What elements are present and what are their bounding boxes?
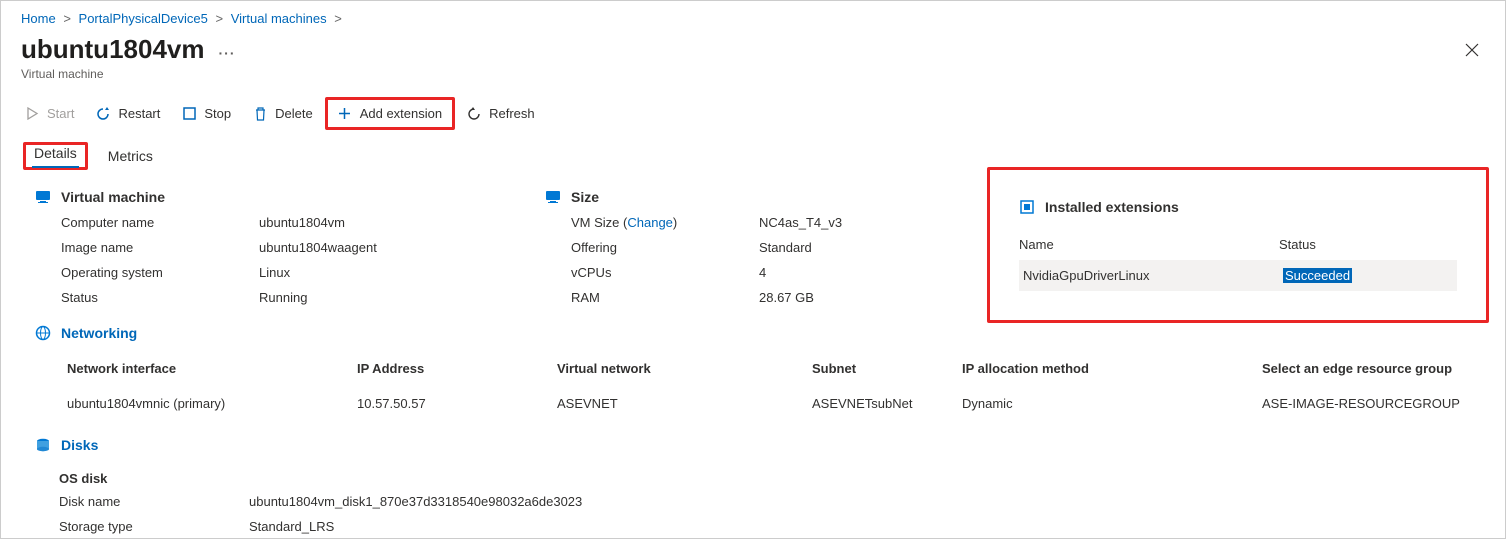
tabs-row: Details Metrics (1, 136, 1505, 171)
disks-header[interactable]: Disks (35, 437, 1471, 453)
ext-value-name: NvidiaGpuDriverLinux (1023, 268, 1283, 283)
close-icon (1465, 43, 1479, 57)
start-label: Start (47, 106, 74, 121)
label-storage-type: Storage type (59, 519, 249, 534)
refresh-label: Refresh (489, 106, 535, 121)
label-offering: Offering (571, 240, 751, 255)
page-subtitle: Virtual machine (1, 65, 1505, 91)
start-button[interactable]: Start (15, 100, 84, 127)
restart-button[interactable]: Restart (86, 100, 170, 127)
net-val-subnet: ASEVNETsubNet (812, 396, 962, 411)
chevron-right-icon: > (216, 11, 224, 26)
page-title: ubuntu1804vm (21, 34, 205, 65)
add-extension-label: Add extension (360, 106, 442, 121)
value-image-name: ubuntu1804waagent (259, 240, 535, 255)
refresh-button[interactable]: Refresh (457, 100, 545, 127)
net-col-rg: Select an edge resource group (1262, 361, 1492, 376)
disks-title: Disks (61, 437, 98, 453)
restart-label: Restart (118, 106, 160, 121)
net-col-subnet: Subnet (812, 361, 962, 376)
trash-icon (253, 107, 267, 121)
disks-section: Disks OS disk Disk name ubuntu1804vm_dis… (35, 437, 1471, 534)
chevron-right-icon: > (63, 11, 71, 26)
label-os: Operating system (61, 265, 251, 280)
ext-value-status: Succeeded (1283, 268, 1352, 283)
value-os: Linux (259, 265, 535, 280)
network-row: ubuntu1804vmnic (primary) 10.57.50.57 AS… (35, 386, 1471, 421)
label-status: Status (61, 290, 251, 305)
value-computer-name: ubuntu1804vm (259, 215, 535, 230)
close-button[interactable] (1459, 37, 1485, 63)
breadcrumb-home[interactable]: Home (21, 11, 56, 26)
restart-icon (96, 107, 110, 121)
ext-col-name: Name (1019, 237, 1279, 252)
net-val-nic: ubuntu1804vmnic (primary) (67, 396, 357, 411)
label-image-name: Image name (61, 240, 251, 255)
value-ram: 28.67 GB (759, 290, 995, 305)
label-computer-name: Computer name (61, 215, 251, 230)
net-col-alloc: IP allocation method (962, 361, 1262, 376)
disk-icon (35, 437, 51, 453)
value-disk-name: ubuntu1804vm_disk1_870e37d3318540e98032a… (249, 494, 1471, 509)
value-storage-type: Standard_LRS (249, 519, 1471, 534)
stop-label: Stop (204, 106, 231, 121)
net-col-vnet: Virtual network (557, 361, 812, 376)
net-col-ip: IP Address (357, 361, 557, 376)
networking-section: Networking Network interface IP Address … (35, 325, 1471, 421)
label-vcpus: vCPUs (571, 265, 751, 280)
label-ram: RAM (571, 290, 751, 305)
ext-col-status: Status (1279, 237, 1457, 252)
os-disk-subhead: OS disk (35, 463, 1471, 494)
net-val-alloc: Dynamic (962, 396, 1262, 411)
size-section: Size VM Size (Change) NC4as_T4_v3 Offeri… (545, 189, 995, 305)
networking-header[interactable]: Networking (35, 325, 1471, 341)
monitor-icon (35, 189, 51, 205)
globe-icon (35, 325, 51, 341)
breadcrumb-device[interactable]: PortalPhysicalDevice5 (79, 11, 208, 26)
tab-details[interactable]: Details (32, 139, 79, 167)
net-val-vnet: ASEVNET (557, 396, 812, 411)
stop-button[interactable]: Stop (172, 100, 241, 127)
plus-icon (338, 107, 352, 121)
monitor-icon (545, 189, 561, 205)
play-icon (25, 107, 39, 121)
value-vcpus: 4 (759, 265, 995, 280)
command-bar: Start Restart Stop Delete Add extension … (1, 91, 1505, 136)
net-col-nic: Network interface (67, 361, 357, 376)
extension-icon (1019, 199, 1035, 215)
add-extension-button[interactable]: Add extension (328, 100, 452, 127)
value-vm-size: NC4as_T4_v3 (759, 215, 995, 230)
label-disk-name: Disk name (59, 494, 249, 509)
net-val-ip: 10.57.50.57 (357, 396, 557, 411)
size-section-title: Size (571, 189, 599, 205)
stop-icon (182, 107, 196, 121)
delete-label: Delete (275, 106, 313, 121)
net-val-rg: ASE-IMAGE-RESOURCEGROUP (1262, 396, 1492, 411)
breadcrumb: Home > PortalPhysicalDevice5 > Virtual m… (1, 1, 1505, 34)
more-actions-button[interactable]: ··· (219, 45, 236, 61)
breadcrumb-vms[interactable]: Virtual machines (231, 11, 327, 26)
extension-row[interactable]: NvidiaGpuDriverLinux Succeeded (1019, 260, 1457, 291)
vm-section-title: Virtual machine (61, 189, 165, 205)
networking-title: Networking (61, 325, 137, 341)
vm-section: Virtual machine Computer name ubuntu1804… (35, 189, 535, 305)
change-size-link[interactable]: Change (627, 215, 673, 230)
value-status: Running (259, 290, 535, 305)
extensions-section: Installed extensions Name Status NvidiaG… (1005, 189, 1471, 305)
chevron-right-icon: > (334, 11, 342, 26)
label-vm-size: VM Size (Change) (571, 215, 751, 230)
delete-button[interactable]: Delete (243, 100, 323, 127)
value-offering: Standard (759, 240, 995, 255)
tab-metrics[interactable]: Metrics (106, 142, 155, 170)
extensions-title: Installed extensions (1045, 199, 1179, 215)
refresh-icon (467, 107, 481, 121)
